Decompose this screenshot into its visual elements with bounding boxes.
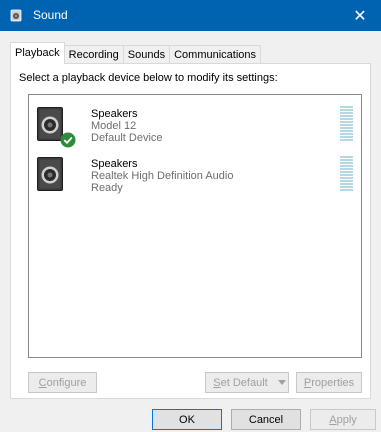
tab-communications[interactable]: Communications (169, 45, 262, 64)
speaker-device-icon (37, 157, 63, 191)
tab-recording[interactable]: Recording (63, 45, 124, 64)
device-status: Ready (91, 182, 123, 194)
device-list[interactable]: Speakers Model 12 Default Device Speaker… (28, 94, 362, 358)
apply-label: pply (336, 413, 357, 426)
device-name: Speakers (91, 108, 138, 120)
list-item-device-2[interactable]: Speakers Realtek High Definition Audio R… (29, 149, 361, 199)
speaker-icon (10, 9, 22, 22)
tab-sounds[interactable]: Sounds (122, 45, 171, 64)
apply-button[interactable]: Apply (310, 409, 376, 430)
close-icon: ✕ (353, 6, 367, 25)
tab-playback[interactable]: Playback (10, 42, 65, 64)
device-text: Speakers Model 12 Default Device (91, 108, 163, 144)
configure-label: onfigure (46, 376, 87, 389)
window-title: Sound (33, 8, 68, 22)
device-status: Default Device (91, 132, 163, 144)
caret-down-icon (277, 380, 286, 385)
properties-button[interactable]: Properties (296, 372, 362, 393)
set-default-dropdown[interactable] (275, 372, 289, 393)
set-default-label: et Default (220, 376, 268, 389)
set-default-button[interactable]: Set Default (205, 372, 276, 393)
configure-button[interactable]: Configure (28, 372, 97, 393)
volume-meter (340, 156, 353, 191)
cancel-button[interactable]: Cancel (231, 409, 301, 430)
properties-accel: P (303, 376, 312, 389)
device-model: Realtek High Definition Audio (91, 170, 234, 182)
title-bar: Sound ✕ (0, 0, 381, 31)
check-badge-icon (60, 132, 76, 148)
device-model: Model 12 (91, 120, 137, 132)
tab-strip: Playback Recording Sounds Communications (10, 42, 262, 64)
ok-button[interactable]: OK (152, 409, 222, 430)
close-button[interactable]: ✕ (339, 0, 381, 31)
apply-accel: A (329, 413, 337, 426)
configure-accel: C (38, 376, 47, 389)
volume-meter (340, 106, 353, 141)
list-item-device-1[interactable]: Speakers Model 12 Default Device (29, 99, 361, 149)
properties-label: roperties (311, 376, 355, 389)
instruction-text: Select a playback device below to modify… (19, 72, 278, 84)
device-name: Speakers (91, 158, 138, 170)
set-default-accel: S (213, 376, 221, 389)
device-text: Speakers Realtek High Definition Audio R… (91, 158, 233, 194)
